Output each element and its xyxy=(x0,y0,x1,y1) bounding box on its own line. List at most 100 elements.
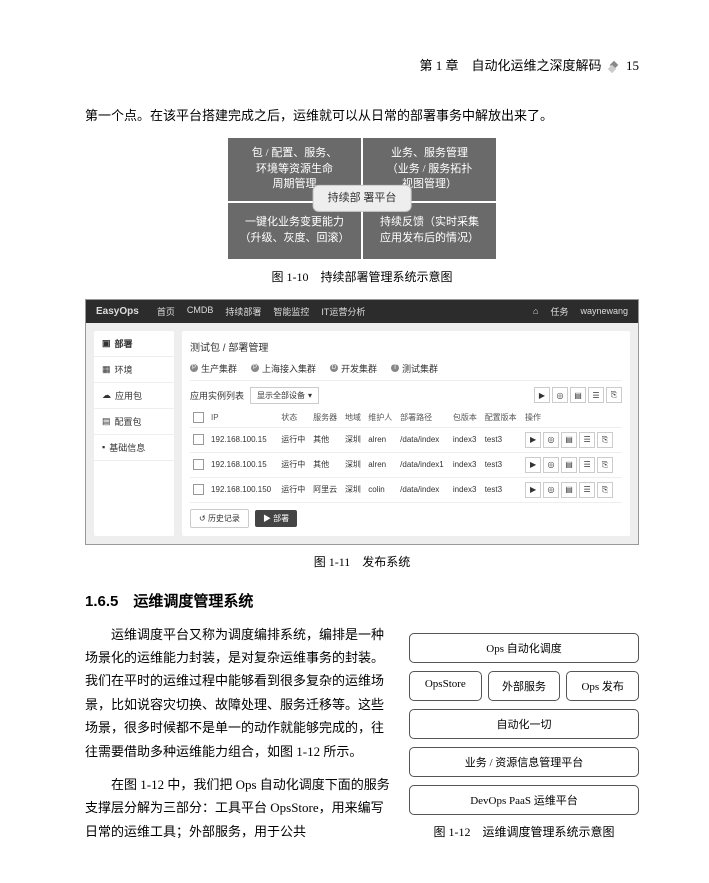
checkbox-icon[interactable] xyxy=(193,434,204,445)
info-icon: ▪ xyxy=(102,442,105,452)
nav-home[interactable]: 首页 xyxy=(157,305,175,318)
cell-owner: colin xyxy=(365,477,397,502)
refresh-icon[interactable]: ◎ xyxy=(543,482,559,498)
list-icon[interactable]: ▤ xyxy=(561,482,577,498)
col-region: 地域 xyxy=(342,408,365,428)
cell-ip: 192.168.100.15 xyxy=(208,427,278,452)
sidebar-item-pkg[interactable]: ☁ 应用包 xyxy=(94,383,174,409)
cell-ip: 192.168.100.150 xyxy=(208,477,278,502)
checkbox-icon[interactable] xyxy=(193,412,204,423)
play-icon[interactable]: ▶ xyxy=(525,457,541,473)
sidebar-item-base[interactable]: ▪ 基础信息 xyxy=(94,435,174,461)
cell-host: 其他 xyxy=(310,427,342,452)
export-icon[interactable]: ⎘ xyxy=(597,457,613,473)
cell-pkg: index3 xyxy=(450,477,482,502)
sidebar-item-label: 配置包 xyxy=(115,415,142,428)
cell-checkbox xyxy=(190,427,208,452)
figure-1-12: Ops 自动化调度 OpsStore 外部服务 Ops 发布 自动化一切 业务 … xyxy=(409,623,639,854)
tab-dev[interactable]: D 开发集群 xyxy=(330,362,377,375)
table-row: 192.168.100.15运行中其他深圳alren/data/indexind… xyxy=(190,427,622,452)
deploy-button[interactable]: ▶ 部署 xyxy=(255,510,297,527)
history-button[interactable]: ↺ 历史记录 xyxy=(190,509,249,528)
fig112-opspub-box: Ops 发布 xyxy=(566,671,639,701)
cell-ip: 192.168.100.15 xyxy=(208,452,278,477)
nav-cmdb[interactable]: CMDB xyxy=(187,305,214,318)
cell-ops: ▶◎▤☰⎘ xyxy=(522,452,622,477)
nav-deploy[interactable]: 持续部署 xyxy=(225,305,261,318)
filter-bar: 应用实例列表 显示全部设备 ▾ ▶ ◎ ▤ ☰ ⎘ xyxy=(190,387,622,404)
sidebar-item-deploy[interactable]: ▣ 部署 xyxy=(94,331,174,357)
list-icon[interactable]: ▤ xyxy=(561,457,577,473)
cell-cfg: test3 xyxy=(482,452,522,477)
badge-icon: T xyxy=(391,364,399,372)
checkbox-icon[interactable] xyxy=(193,484,204,495)
fig112-resource-box: 业务 / 资源信息管理平台 xyxy=(409,747,639,777)
play-icon[interactable]: ▶ xyxy=(525,482,541,498)
col-path: 部署路径 xyxy=(397,408,450,428)
cell-status: 运行中 xyxy=(278,427,310,452)
home-icon[interactable]: ⌂ xyxy=(533,306,538,316)
fig112-top-box: Ops 自动化调度 xyxy=(409,633,639,663)
fig112-opsstore-box: OpsStore xyxy=(409,671,482,701)
table-footer: ↺ 历史记录 ▶ 部署 xyxy=(190,509,622,528)
cell-host: 其他 xyxy=(310,452,342,477)
sidebar-item-env[interactable]: ▦ 环境 xyxy=(94,357,174,383)
nav-itops[interactable]: IT运营分析 xyxy=(321,305,365,318)
menu-icon[interactable]: ☰ xyxy=(579,432,595,448)
tab-test[interactable]: T 测试集群 xyxy=(391,362,438,375)
cell-host: 阿里云 xyxy=(310,477,342,502)
menu-icon[interactable]: ☰ xyxy=(579,482,595,498)
list-icon[interactable]: ▤ xyxy=(570,387,586,403)
col-pkg: 包版本 xyxy=(450,408,482,428)
list-icon[interactable]: ▤ xyxy=(561,432,577,448)
checkbox-icon[interactable] xyxy=(193,459,204,470)
refresh-icon[interactable]: ◎ xyxy=(552,387,568,403)
cell-owner: alren xyxy=(365,452,397,477)
export-icon[interactable]: ⎘ xyxy=(597,482,613,498)
col-cfg: 配置版本 xyxy=(482,408,522,428)
sidebar-item-label: 部署 xyxy=(115,337,133,350)
export-icon[interactable]: ⎘ xyxy=(597,432,613,448)
play-icon[interactable]: ▶ xyxy=(525,432,541,448)
sidebar-item-label: 环境 xyxy=(115,363,133,376)
menu-icon[interactable]: ☰ xyxy=(579,457,595,473)
page-number: 15 xyxy=(626,58,639,73)
package-icon: ☁ xyxy=(102,390,111,401)
tab-prod[interactable]: P 生产集群 xyxy=(190,362,237,375)
sidebar: ▣ 部署 ▦ 环境 ☁ 应用包 ▤ 配置包 ▪ 基础信息 xyxy=(94,331,174,536)
cell-cfg: test3 xyxy=(482,427,522,452)
intro-paragraph: 第一个点。在该平台搭建完成之后，运维就可以从日常的部署事务中解放出来了。 xyxy=(85,104,639,127)
refresh-icon[interactable]: ◎ xyxy=(543,457,559,473)
figure-1-11-screenshot: EasyOps 首页 CMDB 持续部署 智能监控 IT运营分析 ⌂ 任务 wa… xyxy=(85,299,639,545)
refresh-icon[interactable]: ◎ xyxy=(543,432,559,448)
page-header: 第 1 章 自动化运维之深度解码 15 xyxy=(85,55,639,74)
cell-checkbox xyxy=(190,452,208,477)
sidebar-item-cfg[interactable]: ▤ 配置包 xyxy=(94,409,174,435)
cell-owner: alren xyxy=(365,427,397,452)
user-menu[interactable]: waynewang xyxy=(580,306,628,316)
fig112-paas-box: DevOps PaaS 运维平台 xyxy=(409,785,639,815)
main-panel: 测试包 / 部署管理 P 生产集群 P 上海接入集群 D 开发集群 xyxy=(182,331,630,536)
figure-1-12-caption: 图 1-12 运维调度管理系统示意图 xyxy=(409,823,639,840)
section-1-6-5-heading: 1.6.5 运维调度管理系统 xyxy=(85,590,639,611)
cell-pkg: index3 xyxy=(450,452,482,477)
bulk-action-icons: ▶ ◎ ▤ ☰ ⎘ xyxy=(534,387,622,403)
list-label: 应用实例列表 xyxy=(190,389,244,402)
figure-1-10: 包 / 配置、服务、 环境等资源生命 周期管理 业务、服务管理 （业务 / 服务… xyxy=(227,137,497,259)
menu-icon[interactable]: ☰ xyxy=(588,387,604,403)
nav-monitor[interactable]: 智能监控 xyxy=(273,305,309,318)
chevron-down-icon: ▾ xyxy=(308,391,312,400)
config-icon: ▤ xyxy=(102,416,111,427)
cell-checkbox xyxy=(190,477,208,502)
play-icon[interactable]: ▶ xyxy=(534,387,550,403)
export-icon[interactable]: ⎘ xyxy=(606,387,622,403)
cell-ops: ▶◎▤☰⎘ xyxy=(522,477,622,502)
device-filter-select[interactable]: 显示全部设备 ▾ xyxy=(250,387,319,404)
history-icon: ↺ xyxy=(199,514,206,523)
task-link[interactable]: 任务 xyxy=(550,305,568,318)
tab-shanghai[interactable]: P 上海接入集群 xyxy=(251,362,316,375)
table-row: 192.168.100.150运行中阿里云深圳colin/data/indexi… xyxy=(190,477,622,502)
brand-logo: EasyOps xyxy=(96,306,139,317)
figure-1-10-caption: 图 1-10 持续部署管理系统示意图 xyxy=(85,268,639,285)
section-1-6-5-para1: 运维调度平台又称为调度编排系统，编排是一种场景化的运维能力封装，是对复杂运维事务… xyxy=(85,623,391,763)
